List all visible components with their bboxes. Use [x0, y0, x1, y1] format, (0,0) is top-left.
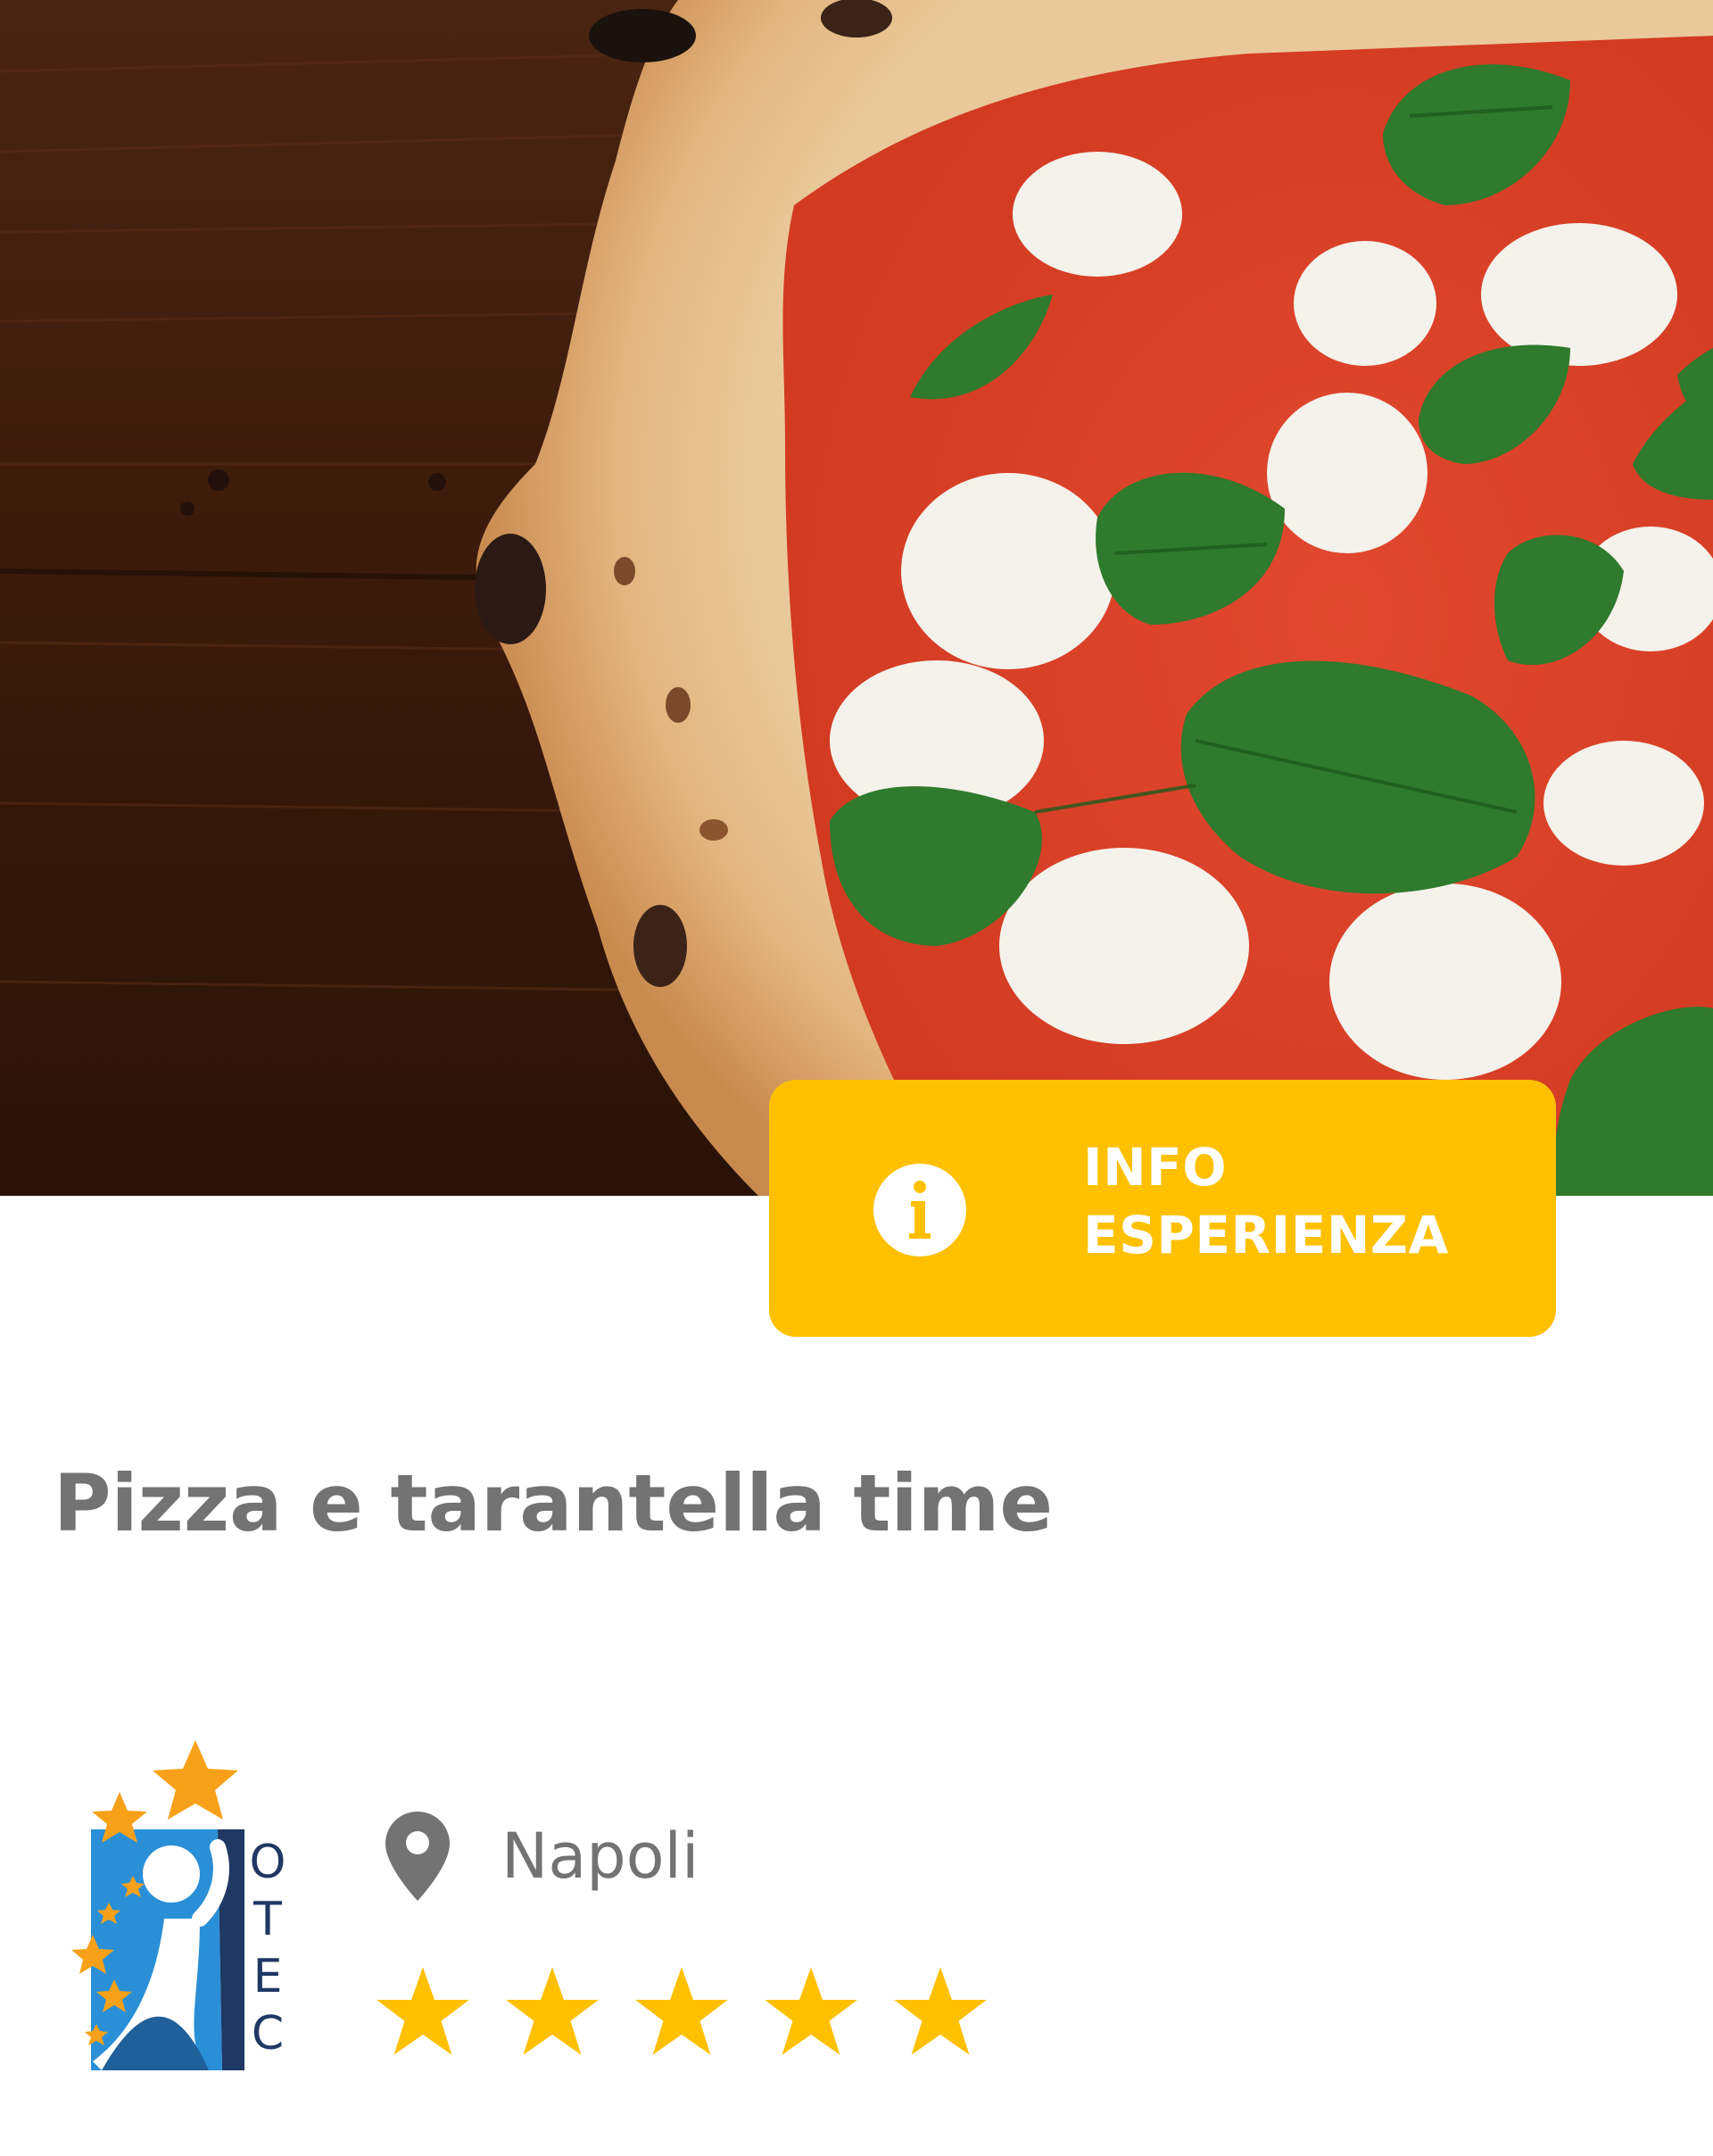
hero-image — [0, 0, 1713, 1196]
location-pin-icon — [385, 1812, 450, 1901]
pizza-photo — [0, 0, 1713, 1196]
info-label-line2: ESPERIENZA — [1083, 1205, 1449, 1265]
info-esperienza-label: INFO ESPERIENZA — [1083, 1133, 1529, 1269]
star-icon — [765, 1967, 857, 2055]
info-icon — [873, 1164, 966, 1256]
logo-letter: O — [249, 1836, 286, 1889]
star-icon — [894, 1967, 987, 2055]
star-icon — [377, 1967, 469, 2055]
star-icon — [635, 1967, 728, 2055]
logo-letter: C — [251, 2007, 285, 2061]
location-city: Napoli — [501, 1820, 699, 1893]
info-label-line1: INFO — [1083, 1137, 1228, 1198]
location: Napoli — [385, 1803, 699, 1910]
star-icon — [506, 1967, 599, 2055]
logo-letter: E — [252, 1950, 283, 2003]
star-rating — [375, 1963, 989, 2060]
experience-title: Pizza e tarantella time — [54, 1457, 1054, 1549]
info-esperienza-button[interactable]: INFO ESPERIENZA — [769, 1080, 1556, 1337]
otec-logo-letters: O T E C — [241, 1834, 294, 2062]
logo-letter: T — [253, 1893, 282, 1946]
